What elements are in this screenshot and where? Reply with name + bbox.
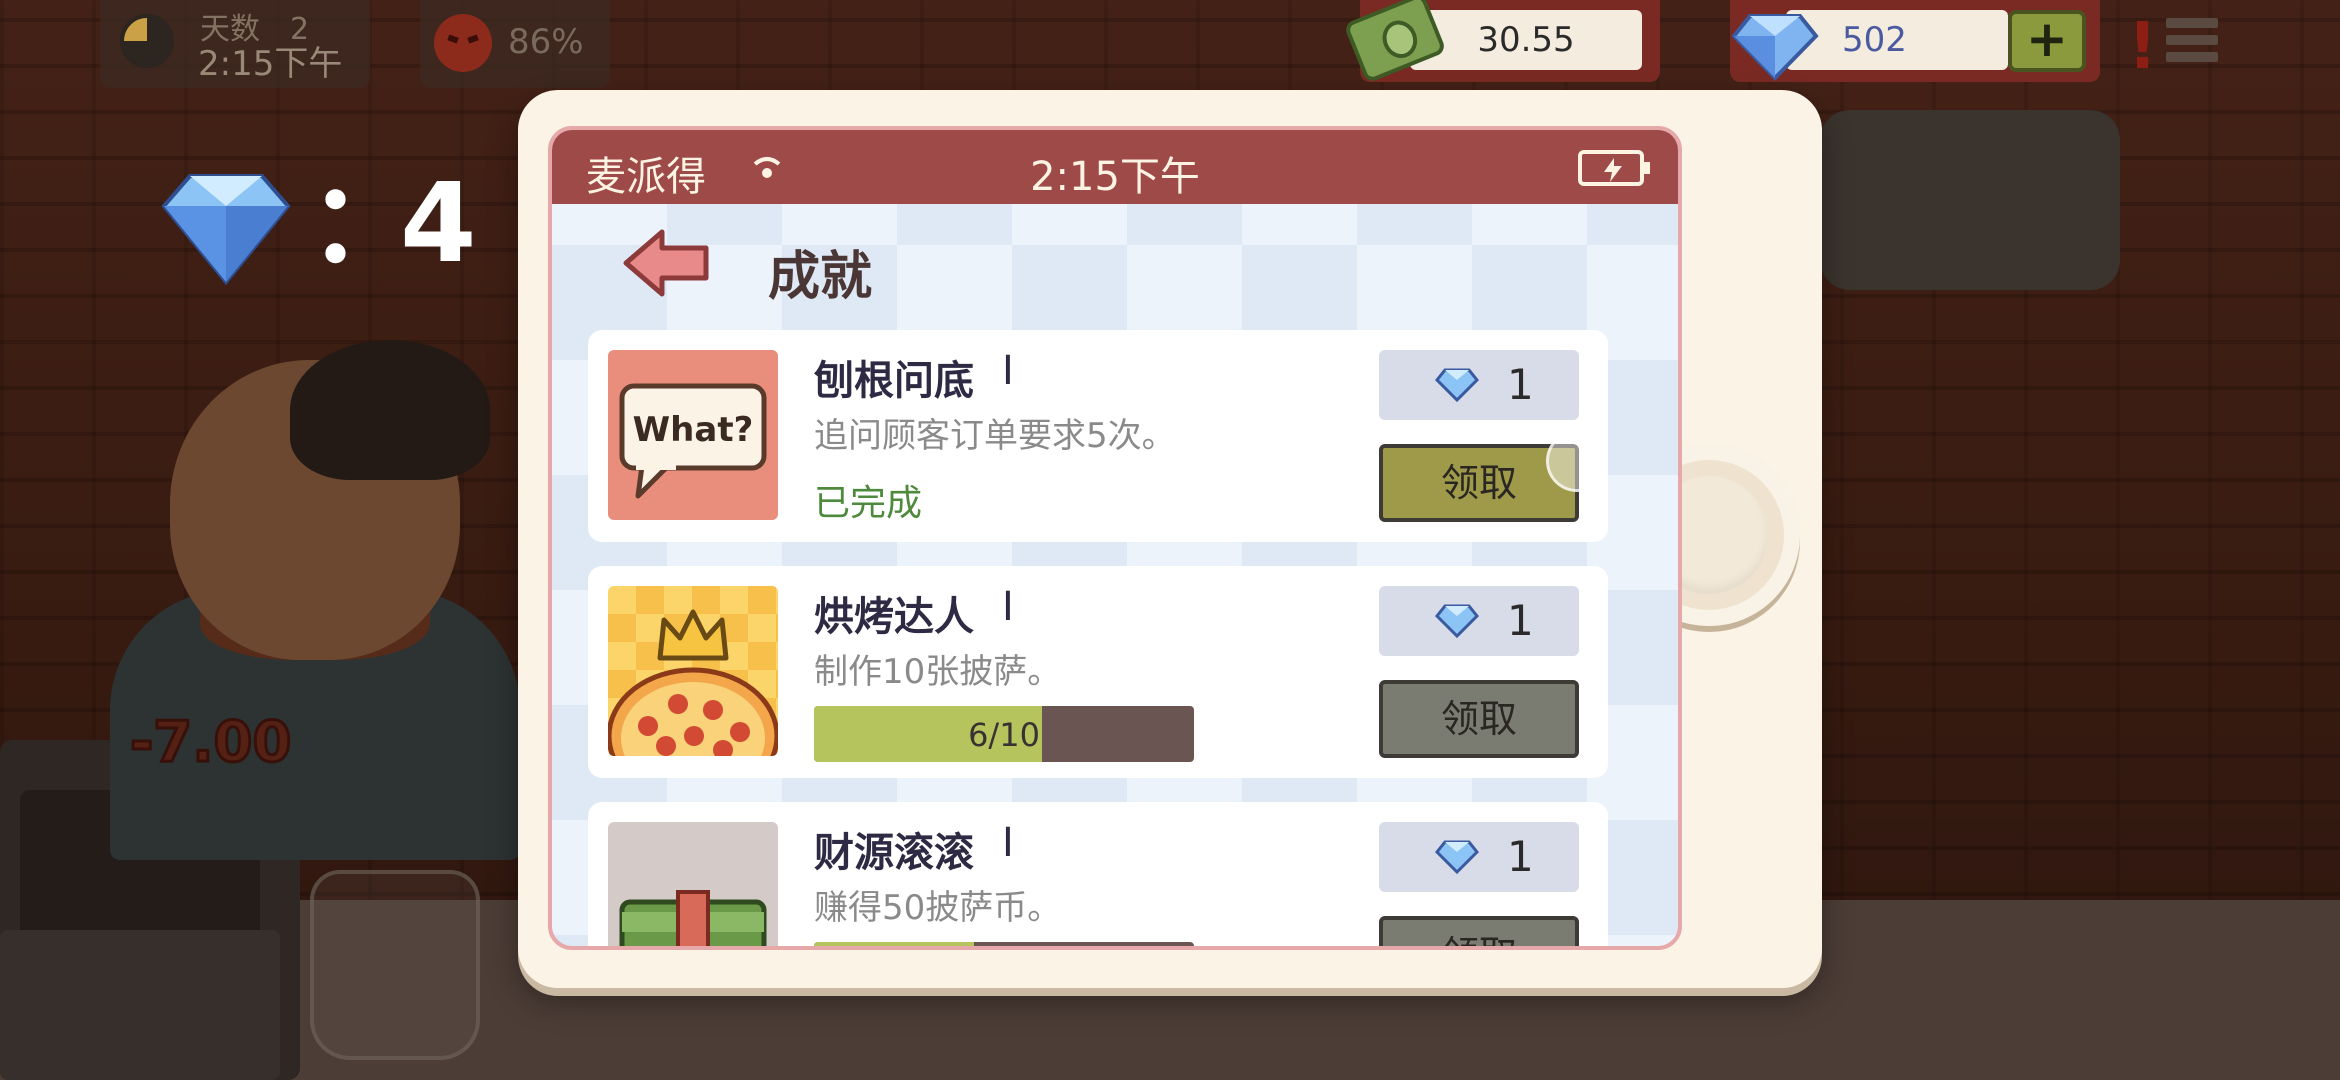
angry-face-icon [434, 14, 492, 72]
pizza-crown-icon [608, 586, 778, 756]
screen-header: 成就 [552, 204, 1678, 334]
diamond-icon [161, 174, 291, 286]
mood-panel: 86% [420, 0, 610, 88]
battery-icon [1578, 150, 1650, 186]
buy-gems-button[interactable]: + [2008, 10, 2086, 72]
reward-amount: 1 [1507, 360, 1534, 409]
achievement-title: 财源滚滚 [814, 830, 974, 876]
diamond-icon [1435, 604, 1479, 639]
reward-amount: 1 [1507, 832, 1534, 881]
clock-icon [120, 14, 174, 68]
achievement-level: I [1002, 584, 1014, 630]
phone-status-bar: 麦派得 2:15下午 [552, 130, 1678, 204]
reward-badge: 1 [1379, 822, 1579, 892]
reward-badge: 1 [1379, 350, 1579, 420]
diamond-icon [1731, 14, 1819, 81]
thumb-text: What? [633, 410, 754, 450]
claim-button[interactable]: 领取 [1379, 680, 1579, 758]
page-title: 成就 [768, 247, 873, 307]
progress-bar [814, 942, 1194, 946]
progress-fill [814, 942, 974, 946]
cash-value: 30.55 [1410, 10, 1642, 70]
achievement-title: 烘烤达人 [814, 594, 974, 640]
achievement-level: I [1002, 820, 1014, 866]
reward-amount: 1 [1507, 596, 1534, 645]
alert-icon[interactable]: ! [2128, 10, 2157, 84]
game-time: 2:15下午 [198, 44, 343, 84]
progress-text: 6/10 [968, 716, 1040, 754]
achievement-card: 烘烤达人 I 制作10张披萨。 6/10 1 领取 [588, 566, 1608, 778]
back-arrow-icon[interactable] [622, 226, 712, 300]
achievement-description: 赚得50披萨币。 [814, 888, 1062, 928]
gem-reward-counter: ： 4 [160, 160, 500, 290]
cash-panel: 30.55 [1343, 0, 1660, 84]
day-time-panel: 天数 2 2:15下午 [100, 0, 370, 88]
achievement-level: I [1002, 348, 1014, 394]
touch-indicator [1546, 430, 1608, 492]
status-time: 2:15下午 [1030, 154, 1200, 200]
achievement-description: 追问顾客订单要求5次。 [814, 416, 1176, 456]
achievement-card: What? 刨根问底 I 追问顾客订单要求5次。 已完成 1 领取 [588, 330, 1608, 542]
achievements-screen: 麦派得 2:15下午 成就 What? 刨根问底 I 追问顾客订单要求5次。 已… [548, 126, 1682, 950]
money-stack-icon [608, 822, 778, 946]
diamond-icon [1435, 840, 1479, 875]
achievement-description: 制作10张披萨。 [814, 652, 1062, 692]
progress-bar: 6/10 [814, 706, 1194, 762]
mood-percent: 86% [508, 22, 584, 62]
gem-counter-value: 4 [400, 159, 477, 287]
achievement-title: 刨根问底 [814, 358, 974, 404]
achievement-card: 财源滚滚 I 赚得50披萨币。 1 领取 [588, 802, 1608, 946]
gem-panel: 502 + [1730, 0, 2100, 82]
speech-bubble-icon: What? [608, 350, 778, 520]
menu-icon[interactable] [2166, 18, 2218, 70]
claim-button[interactable]: 领取 [1379, 916, 1579, 946]
completed-status: 已完成 [814, 483, 923, 524]
diamond-icon [1435, 368, 1479, 403]
reward-badge: 1 [1379, 586, 1579, 656]
